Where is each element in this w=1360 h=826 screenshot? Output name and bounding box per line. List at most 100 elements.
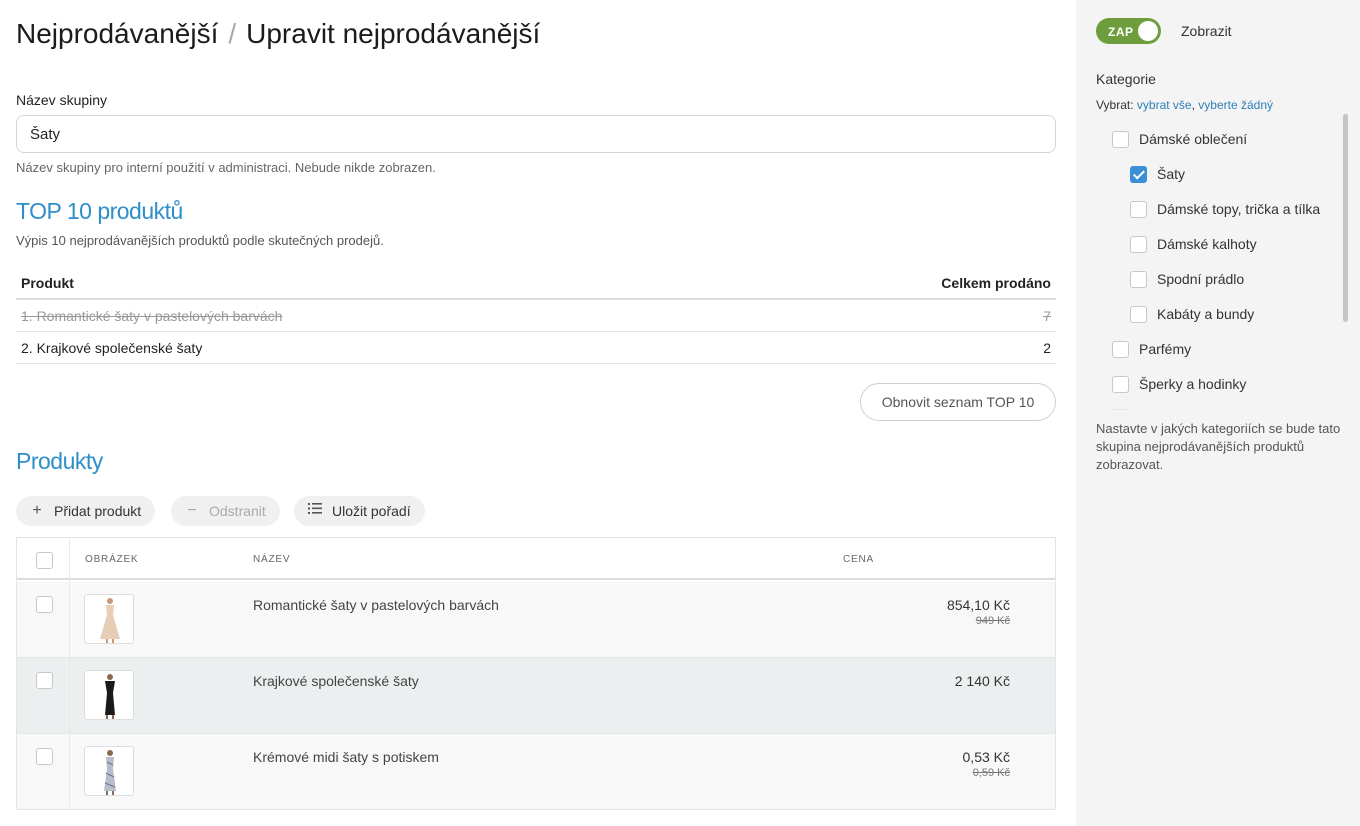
category-item[interactable]: Dámské topy, trička a tílka — [1130, 199, 1320, 219]
category-item[interactable]: Šperky a hodinky — [1112, 374, 1246, 394]
product-thumbnail — [84, 746, 134, 796]
category-checkbox[interactable] — [1112, 340, 1129, 358]
top10-col-total: Celkem prodáno — [941, 275, 1051, 291]
category-item[interactable]: Spodní prádlo — [1130, 269, 1244, 289]
top10-row-name: 2. Krajkové společenské šaty — [21, 339, 203, 356]
category-checkbox[interactable] — [1130, 235, 1147, 253]
table-row[interactable]: Krajkové společenské šaty 2 140 Kč — [17, 658, 1055, 734]
checkbox-column-divider — [69, 538, 70, 807]
dress-icon — [104, 750, 116, 795]
top10-title: TOP 10 produktů — [16, 198, 183, 224]
categories-title: Kategorie — [1096, 71, 1156, 87]
category-item[interactable]: Parfémy — [1112, 339, 1191, 359]
top10-row: 2. Krajkové společenské šaty 2 — [16, 332, 1056, 364]
category-checkbox[interactable] — [1130, 270, 1147, 288]
breadcrumb-parent-link[interactable]: Nejprodávanější — [16, 18, 218, 49]
category-label: Spodní prádlo — [1157, 271, 1245, 287]
visibility-toggle[interactable]: ZAP — [1096, 18, 1161, 44]
sidebar: ZAP Zobrazit Kategorie Vybrat: vybrat vš… — [1076, 0, 1360, 826]
table-row[interactable]: Romantické šaty v pastelových barvách 85… — [17, 582, 1055, 658]
remove-product-label: Odstranit — [209, 503, 266, 519]
product-price: 0,53 Kč 0,59 Kč — [963, 749, 1010, 779]
dress-icon — [100, 598, 120, 643]
select-all-checkbox[interactable] — [36, 552, 53, 569]
category-checkbox[interactable] — [1130, 305, 1147, 323]
select-none-link[interactable]: vyberte žádný — [1198, 98, 1273, 112]
category-label: Dámské oblečení — [1139, 131, 1248, 147]
categories-help: Nastavte v jakých kategoriích se bude ta… — [1096, 421, 1341, 472]
save-order-button[interactable]: Uložit pořadí — [294, 496, 425, 526]
select-all-link[interactable]: vybrat vše — [1137, 98, 1192, 112]
top10-row-name: 1. Romantické šaty v pastelových barvách — [21, 307, 283, 324]
table-row[interactable]: Krémové midi šaty s potiskem 0,53 Kč 0,5… — [17, 734, 1055, 810]
price-current: 854,10 Kč — [946, 597, 1010, 613]
select-prefix: Vybrat: — [1096, 98, 1134, 112]
save-order-label: Uložit pořadí — [332, 503, 411, 519]
products-table: OBRÁZEK NÁZEV CENA Romantické šaty v pas… — [16, 537, 1056, 810]
top10-description: Výpis 10 nejprodávanějších produktů podl… — [16, 233, 384, 248]
remove-product-button[interactable]: − Odstranit — [171, 496, 280, 526]
dress-icon — [105, 674, 115, 719]
product-name[interactable]: Romantické šaty v pastelových barvách — [253, 597, 499, 613]
main-content: Nejprodávanější / Upravit nejprodávanější … — [0, 0, 1076, 826]
category-item[interactable]: Kabáty a bundy — [1130, 304, 1254, 324]
category-checkbox[interactable] — [1112, 408, 1129, 411]
category-item[interactable]: Šaty — [1130, 164, 1185, 184]
category-item[interactable]: Dámské oblečení — [1112, 129, 1247, 149]
category-label: Kabáty a bundy — [1157, 306, 1255, 322]
select-links: Vybrat: vybrat vše, vyberte žádný — [1096, 98, 1273, 112]
category-checkbox[interactable] — [1112, 375, 1129, 393]
page-title: Upravit nejprodávanější — [246, 18, 541, 49]
toggle-knob — [1138, 21, 1158, 41]
category-label: Parfémy — [1139, 341, 1192, 357]
breadcrumb-separator: / — [228, 18, 237, 49]
top10-header: Produkt Celkem prodáno — [16, 268, 1056, 300]
col-image-header: OBRÁZEK — [85, 554, 139, 565]
products-table-header: OBRÁZEK NÁZEV CENA — [17, 538, 1055, 580]
category-checkbox-checked[interactable] — [1130, 165, 1147, 183]
row-checkbox[interactable] — [36, 748, 53, 765]
price-old: 949 Kč — [975, 615, 1010, 627]
price-current: 0,53 Kč — [962, 749, 1010, 765]
row-checkbox[interactable] — [36, 672, 53, 689]
toggle-state-label: ZAP — [1108, 25, 1134, 39]
add-product-label: Přidat produkt — [54, 503, 142, 519]
category-scrollbar[interactable] — [1343, 114, 1348, 322]
group-name-input[interactable] — [16, 115, 1056, 153]
col-price-header[interactable]: CENA — [843, 554, 874, 565]
toggle-caption: Zobrazit — [1181, 23, 1232, 39]
plus-icon: + — [32, 502, 42, 519]
group-name-label: Název skupiny — [16, 92, 108, 108]
products-title: Produkty — [16, 448, 103, 474]
minus-icon: − — [187, 502, 197, 519]
top10-col-product: Produkt — [21, 275, 74, 291]
top10-row-sold: 2 — [1043, 339, 1051, 356]
category-label: Dámské kalhoty — [1157, 236, 1257, 252]
category-list: Dámské oblečení Šaty Dámské topy, trička… — [1096, 121, 1346, 411]
group-name-help: Název skupiny pro interní použití v admi… — [16, 160, 436, 175]
breadcrumb: Nejprodávanější / Upravit nejprodávanější — [16, 18, 540, 50]
price-old: 0,59 Kč — [972, 767, 1010, 779]
product-price: 854,10 Kč 949 Kč — [947, 597, 1010, 627]
category-item-partial[interactable] — [1112, 407, 1139, 411]
product-name[interactable]: Krémové midi šaty s potiskem — [253, 749, 439, 765]
product-thumbnail — [84, 670, 134, 720]
category-label: Dámské topy, trička a tílka — [1157, 201, 1321, 217]
top10-table: Produkt Celkem prodáno 1. Romantické šat… — [16, 268, 1056, 364]
top10-row: 1. Romantické šaty v pastelových barvách… — [16, 300, 1056, 332]
product-price: 2 140 Kč — [955, 673, 1010, 689]
refresh-top10-button[interactable]: Obnovit seznam TOP 10 — [860, 383, 1056, 421]
row-checkbox[interactable] — [36, 596, 53, 613]
category-item[interactable]: Dámské kalhoty — [1130, 234, 1257, 254]
top10-row-sold: 7 — [1043, 307, 1051, 324]
category-checkbox[interactable] — [1112, 130, 1129, 148]
product-thumbnail — [84, 594, 134, 644]
category-checkbox[interactable] — [1130, 200, 1147, 218]
col-name-header[interactable]: NÁZEV — [253, 554, 290, 565]
add-product-button[interactable]: + Přidat produkt — [16, 496, 156, 526]
category-label: Šaty — [1157, 166, 1186, 182]
product-name[interactable]: Krajkové společenské šaty — [253, 673, 419, 689]
ordered-list-icon — [308, 502, 322, 520]
category-label: Šperky a hodinky — [1139, 376, 1247, 392]
price-current: 2 140 Kč — [954, 673, 1010, 689]
